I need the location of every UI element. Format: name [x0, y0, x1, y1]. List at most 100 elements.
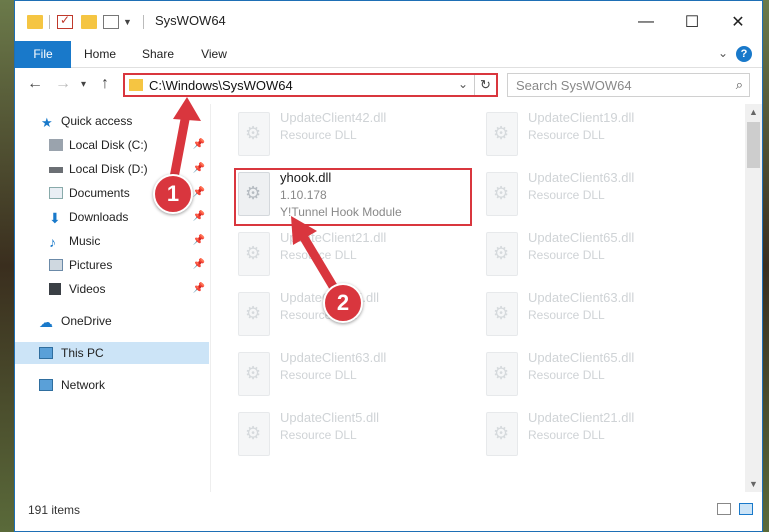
ribbon-tabs: File Home Share View ⌄ ?: [15, 41, 762, 68]
file-item[interactable]: UpdateClient63.dll Resource DLL: [482, 288, 718, 344]
customize-toolbar-icon[interactable]: [103, 15, 119, 29]
file-name: UpdateClient21.dll: [528, 410, 635, 425]
file-name: UpdateClient63.dll: [528, 170, 635, 185]
folder-icon: [129, 79, 143, 91]
pin-icon[interactable]: 📌: [193, 254, 205, 276]
sidebar-item-videos[interactable]: Videos 📌: [15, 278, 209, 300]
sidebar-item-label: Downloads: [69, 210, 129, 224]
back-arrow-icon[interactable]: ←: [27, 75, 43, 93]
navigation-pane: ★ Quick access Local Disk (C:) 📌 Local D…: [15, 104, 211, 492]
file-item[interactable]: UpdateClient19.dll Resource DLL: [482, 108, 718, 164]
music-icon: ♪: [49, 234, 56, 250]
selection-highlight-box: [234, 168, 472, 226]
pin-icon[interactable]: 📌: [193, 206, 205, 228]
file-type: Resource DLL: [528, 188, 605, 202]
scrollbar-thumb[interactable]: [747, 122, 760, 168]
file-name: UpdateClient42.dll: [280, 110, 387, 125]
step-badge-1: 1: [153, 174, 193, 214]
divider: [143, 15, 144, 29]
vertical-scrollbar[interactable]: ▲ ▼: [745, 104, 762, 492]
file-name: UpdateClient21.dll: [280, 230, 387, 245]
recent-locations-icon[interactable]: ▾: [81, 79, 86, 90]
chevron-down-icon[interactable]: ▼: [123, 15, 139, 29]
sidebar-item-label: Network: [61, 378, 106, 392]
cloud-icon: ☁: [39, 314, 53, 330]
address-path[interactable]: C:\Windows\SysWOW64: [149, 78, 293, 93]
dll-file-icon: [486, 292, 518, 336]
step-badge-2: 2: [323, 283, 363, 323]
file-type: Resource DLL: [280, 128, 357, 142]
sidebar-item-label: Music: [69, 234, 101, 248]
scroll-up-icon[interactable]: ▲: [745, 104, 762, 120]
file-item[interactable]: UpdateClient42.dll Resource DLL: [234, 108, 470, 164]
details-view-icon[interactable]: [717, 503, 731, 515]
download-icon: ⬇: [49, 210, 61, 226]
status-bar: 191 items: [15, 495, 762, 525]
dll-file-icon: [238, 112, 270, 156]
up-arrow-icon[interactable]: ↑: [101, 75, 109, 93]
sidebar-item-this-pc[interactable]: This PC: [15, 342, 209, 364]
sidebar-item-label: This PC: [61, 346, 104, 360]
pictures-icon: [49, 259, 63, 271]
dll-file-icon: [486, 172, 518, 216]
expand-ribbon-icon[interactable]: ⌄: [718, 46, 728, 60]
sidebar-item-onedrive[interactable]: ☁ OneDrive: [15, 310, 209, 332]
sidebar-item-network[interactable]: Network: [15, 374, 209, 396]
title-bar: ▼ SysWOW64 — ☐ ✕: [15, 1, 762, 41]
dll-file-icon: [486, 232, 518, 276]
file-item[interactable]: UpdateClient5.dll Resource DLL: [234, 408, 470, 464]
file-item[interactable]: UpdateClient63.dll Resource DLL: [234, 348, 470, 404]
file-item[interactable]: UpdateClient65.dll Resource DLL: [482, 348, 718, 404]
tab-file[interactable]: File: [15, 41, 71, 68]
search-icon[interactable]: ⌕: [736, 77, 743, 93]
dll-file-icon: [486, 112, 518, 156]
window-title: SysWOW64: [155, 13, 226, 28]
properties-icon[interactable]: [57, 13, 73, 29]
drive-icon: [49, 139, 63, 151]
pin-icon[interactable]: 📌: [193, 158, 205, 180]
sidebar-item-label: Local Disk (C:): [69, 138, 148, 152]
new-folder-icon[interactable]: [81, 15, 97, 29]
dll-file-icon: [238, 412, 270, 456]
large-icons-view-icon[interactable]: [739, 503, 753, 515]
forward-arrow-icon[interactable]: →: [55, 75, 71, 93]
close-button[interactable]: ✕: [715, 9, 761, 35]
pin-icon[interactable]: 📌: [193, 230, 205, 252]
file-name: UpdateClient63.dll: [280, 350, 387, 365]
search-placeholder: Search SysWOW64: [516, 78, 632, 93]
chevron-down-icon[interactable]: ⌄: [458, 77, 468, 91]
pin-icon[interactable]: 📌: [193, 278, 205, 300]
documents-icon: [49, 187, 63, 199]
sidebar-item-local-disk-c[interactable]: Local Disk (C:) 📌: [15, 134, 209, 156]
sidebar-item-music[interactable]: ♪ Music 📌: [15, 230, 209, 252]
file-type: Resource DLL: [528, 368, 605, 382]
refresh-icon[interactable]: ↻: [474, 75, 496, 95]
maximize-button[interactable]: ☐: [669, 9, 715, 35]
file-item[interactable]: UpdateClient63.dll Resource DLL: [482, 168, 718, 224]
file-type: Resource DLL: [528, 128, 605, 142]
item-count: 191 items: [28, 503, 81, 517]
pin-icon[interactable]: 📌: [193, 134, 205, 156]
address-bar[interactable]: C:\Windows\SysWOW64 ⌄ ↻: [123, 73, 498, 97]
sidebar-item-label: Quick access: [61, 114, 133, 128]
minimize-button[interactable]: —: [623, 9, 669, 35]
scroll-down-icon[interactable]: ▼: [745, 476, 762, 492]
dll-file-icon: [238, 292, 270, 336]
file-name: UpdateClient63.dll: [528, 290, 635, 305]
search-input[interactable]: Search SysWOW64 ⌕: [507, 73, 750, 97]
pin-icon[interactable]: 📌: [193, 182, 205, 204]
file-item[interactable]: UpdateClient65.dll Resource DLL: [482, 228, 718, 284]
file-item[interactable]: UpdateClient21.dll Resource DLL: [482, 408, 718, 464]
file-item[interactable]: UpdateClient21.dll Resource DLL: [234, 228, 470, 284]
dll-file-icon: [486, 412, 518, 456]
tab-share[interactable]: Share: [133, 41, 183, 68]
sidebar-item-quick-access[interactable]: ★ Quick access: [15, 110, 209, 132]
tab-home[interactable]: Home: [75, 41, 125, 68]
sidebar-item-pictures[interactable]: Pictures 📌: [15, 254, 209, 276]
tab-view[interactable]: View: [191, 41, 237, 68]
folder-icon: [27, 15, 43, 29]
sidebar-item-label: Videos: [69, 282, 106, 296]
network-icon: [39, 379, 53, 391]
help-icon[interactable]: ?: [736, 46, 752, 62]
dll-file-icon: [486, 352, 518, 396]
